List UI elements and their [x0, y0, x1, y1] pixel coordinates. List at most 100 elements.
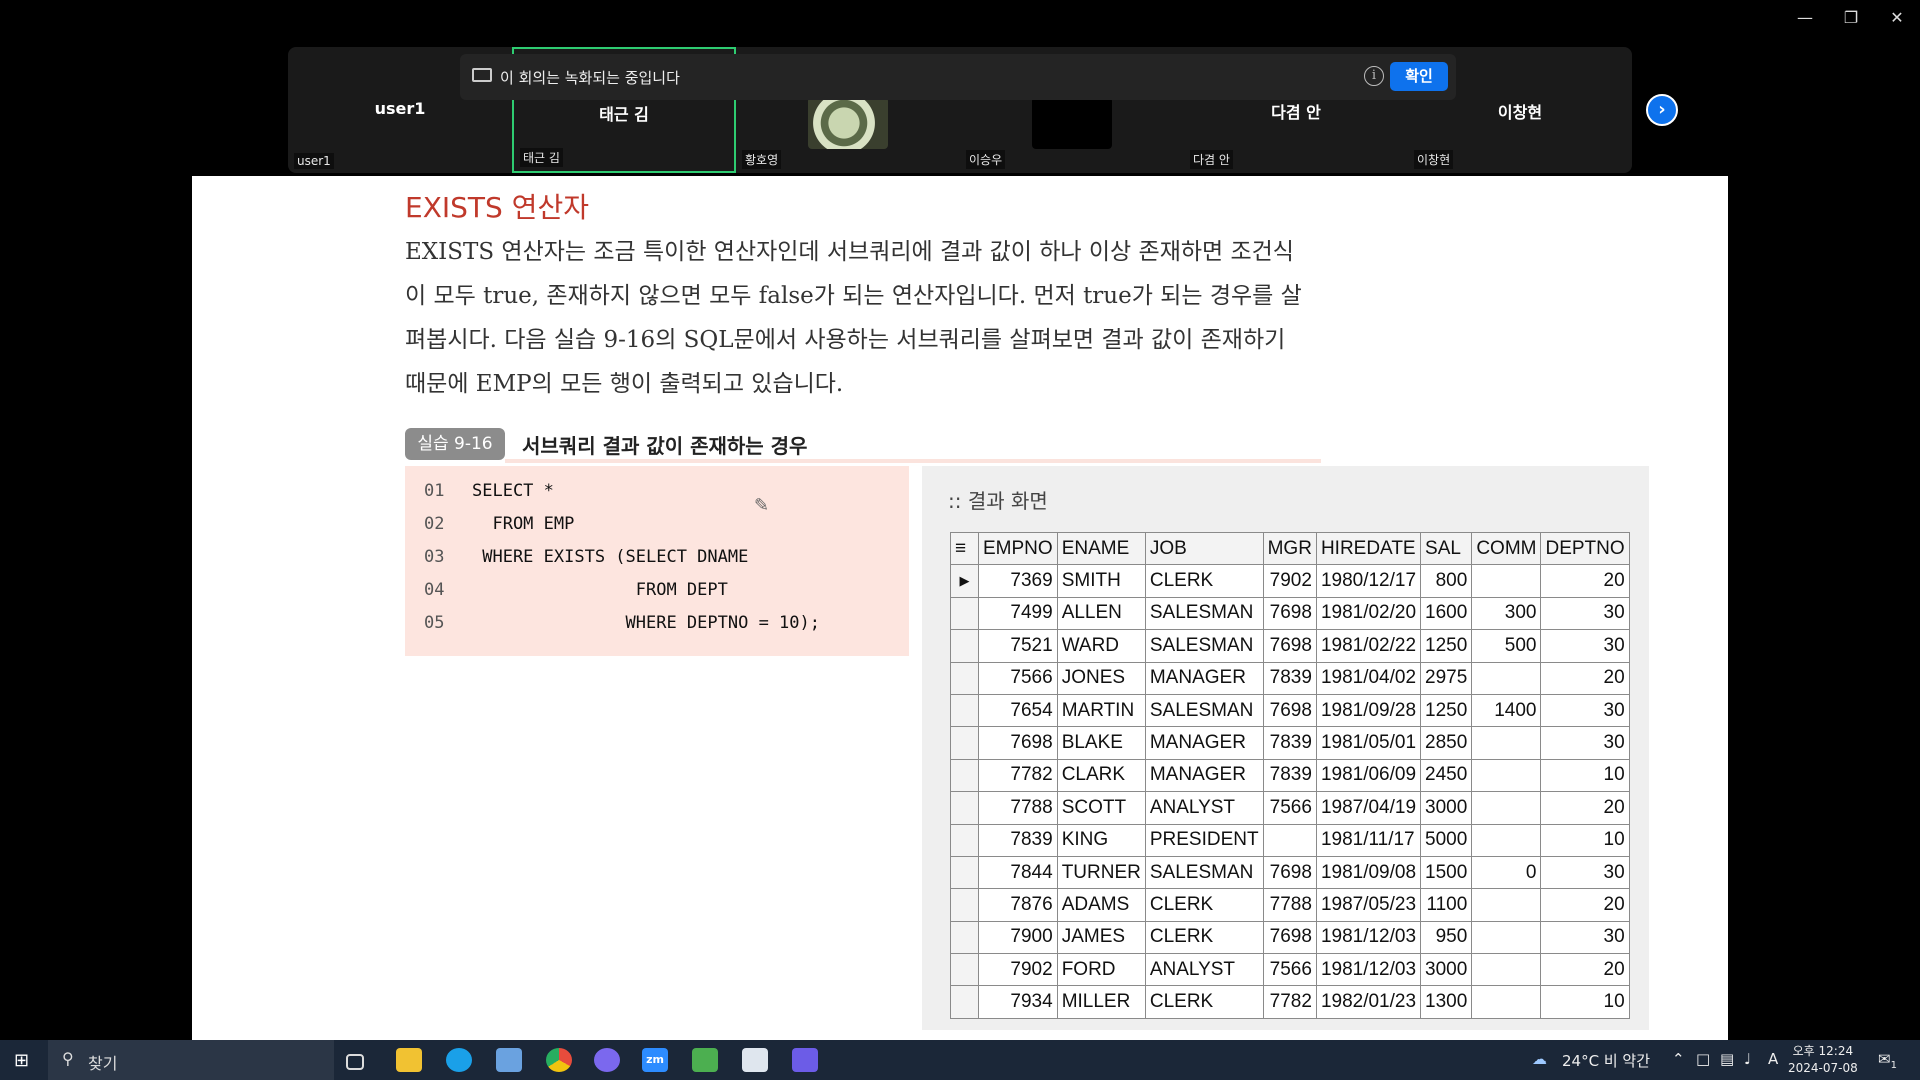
table-cell — [1471, 564, 1542, 598]
table-cell: 3000 — [1420, 953, 1473, 987]
row-selector[interactable] — [950, 953, 979, 987]
column-header: HIREDATE — [1315, 531, 1422, 566]
paragraph-line: 펴봅시다. 다음 실습 9-16의 SQL문에서 사용하는 서브쿼리를 살펴보면… — [405, 327, 1286, 353]
column-header: COMM — [1471, 531, 1542, 566]
display-icon[interactable]: ▤ — [1720, 1050, 1734, 1068]
search-box[interactable]: ⚲ 찾기 — [48, 1040, 334, 1080]
table-cell: 7839 — [1262, 758, 1317, 793]
table-cell — [1471, 791, 1542, 825]
table-cell: 1981/09/08 — [1315, 855, 1422, 890]
participant-label: user1 — [294, 153, 334, 169]
row-selector[interactable] — [950, 726, 979, 760]
table-cell: 1600 — [1420, 596, 1473, 631]
row-selector[interactable] — [950, 920, 979, 955]
code-line: 05 WHERE DEPTNO = 10); — [424, 613, 820, 633]
table-cell: BLAKE — [1056, 726, 1146, 760]
table-cell: 7698 — [1262, 693, 1317, 728]
table-cell: 7698 — [1262, 855, 1317, 890]
current-row-indicator-icon[interactable]: ▶ — [950, 564, 979, 598]
practice-title: 서브쿼리 결과 값이 존재하는 경우 — [522, 434, 808, 458]
zoom-icon[interactable]: zm — [642, 1048, 668, 1072]
row-selector[interactable] — [950, 596, 979, 631]
table-row[interactable]: 7900 JAMES CLERK 7698 1981/12/03 950 30 — [950, 920, 1630, 955]
table-cell: 1981/12/03 — [1315, 953, 1422, 987]
row-selector[interactable] — [950, 629, 979, 663]
windows-start-icon[interactable]: ⊞ — [14, 1050, 29, 1071]
table-row[interactable]: 7698 BLAKE MANAGER 7839 1981/05/01 2850 30 — [950, 726, 1630, 760]
table-cell: 30 — [1540, 855, 1630, 890]
table-row[interactable]: 7521 WARD SALESMAN 7698 1981/02/22 1250 500 30 — [950, 629, 1630, 663]
table-cell: 7698 — [978, 726, 1058, 760]
table-row[interactable]: ▶ 7369 SMITH CLERK 7902 1980/12/17 800 20 — [950, 564, 1630, 598]
table-cell: 20 — [1540, 661, 1630, 695]
clock[interactable]: 오후 12:24 2024-07-08 — [1788, 1043, 1858, 1077]
column-header: JOB — [1144, 531, 1264, 566]
column-header: DEPTNO — [1540, 531, 1630, 566]
volume-icon[interactable]: ♩ — [1744, 1050, 1751, 1068]
table-cell: 1400 — [1471, 693, 1542, 728]
row-selector[interactable] — [950, 661, 979, 695]
table-row[interactable]: 7844 TURNER SALESMAN 7698 1981/09/08 1500 0 30 — [950, 855, 1630, 890]
result-table: ≡ EMPNO ENAME JOB MGR HIREDATE SAL COMM … — [950, 531, 1630, 1019]
participant-video — [1032, 97, 1112, 149]
section-title: EXISTS 연산자 — [405, 191, 589, 224]
row-selector[interactable] — [950, 985, 979, 1019]
participant-label: 다겸 안 — [1190, 150, 1233, 169]
chrome-icon[interactable] — [546, 1048, 572, 1072]
table-row[interactable]: 7788 SCOTT ANALYST 7566 1987/04/19 3000 20 — [950, 791, 1630, 825]
table-row[interactable]: 7876 ADAMS CLERK 7788 1987/05/23 1100 20 — [950, 888, 1630, 922]
table-row[interactable]: 7499 ALLEN SALESMAN 7698 1981/02/20 1600 300 30 — [950, 596, 1630, 631]
restore-icon[interactable]: ❐ — [1836, 8, 1866, 27]
table-row[interactable]: 7839 KING PRESIDENT 1981/11/17 5000 10 — [950, 823, 1630, 857]
table-row[interactable]: 7654 MARTIN SALESMAN 7698 1981/09/28 1250 1400… — [950, 693, 1630, 728]
table-cell: 1300 — [1420, 985, 1473, 1019]
ime-indicator[interactable]: A — [1768, 1050, 1778, 1068]
row-selector[interactable] — [950, 888, 979, 922]
row-selector[interactable] — [950, 791, 979, 825]
row-selector[interactable] — [950, 758, 979, 793]
table-row[interactable]: 7902 FORD ANALYST 7566 1981/12/03 3000 20 — [950, 953, 1630, 987]
search-icon: ⚲ — [62, 1049, 74, 1068]
confirm-button[interactable]: 확인 — [1390, 62, 1448, 91]
row-selector[interactable] — [950, 693, 979, 728]
store-icon[interactable] — [496, 1048, 522, 1072]
discord-icon[interactable] — [594, 1048, 620, 1072]
table-cell — [1471, 920, 1542, 955]
table-cell: 0 — [1471, 855, 1542, 890]
notification-icon[interactable]: ✉1 — [1878, 1050, 1897, 1071]
table-cell: ALLEN — [1056, 596, 1146, 631]
recording-text: 이 회의는 녹화되는 중입니다 — [500, 69, 680, 87]
table-cell: 10 — [1540, 758, 1630, 793]
table-cell: 1981/04/02 — [1315, 661, 1422, 695]
table-row[interactable]: 7566 JONES MANAGER 7839 1981/04/02 2975 20 — [950, 661, 1630, 695]
minimize-icon[interactable]: — — [1790, 8, 1820, 27]
edge-icon[interactable] — [446, 1048, 472, 1072]
app-icon[interactable] — [792, 1048, 818, 1072]
chevron-right-icon[interactable]: › — [1646, 94, 1678, 126]
table-cell: 2850 — [1420, 726, 1473, 760]
table-cell: ADAMS — [1056, 888, 1146, 922]
file-explorer-icon[interactable] — [396, 1048, 422, 1072]
table-cell — [1471, 953, 1542, 987]
participant-label: 이승우 — [966, 150, 1006, 169]
table-cell: SALESMAN — [1144, 693, 1264, 728]
table-cell: 1981/09/28 — [1315, 693, 1422, 728]
table-cell: PRESIDENT — [1144, 823, 1264, 857]
table-cell: 1100 — [1420, 888, 1473, 922]
weather-text[interactable]: 24°C 비 약간 — [1562, 1050, 1650, 1071]
notepad-icon[interactable] — [742, 1048, 768, 1072]
chevron-up-icon[interactable]: ⌃ — [1672, 1050, 1685, 1068]
table-row[interactable]: 7934 MILLER CLERK 7782 1982/01/23 1300 10 — [950, 985, 1630, 1019]
row-selector[interactable] — [950, 855, 979, 890]
clock-date: 2024-07-08 — [1788, 1061, 1858, 1075]
close-icon[interactable]: ✕ — [1882, 8, 1912, 27]
table-cell: 7876 — [978, 888, 1058, 922]
code-line: 03 WHERE EXISTS (SELECT DNAME — [424, 547, 749, 567]
table-row[interactable]: 7782 CLARK MANAGER 7839 1981/06/09 2450 10 — [950, 758, 1630, 793]
row-selector[interactable] — [950, 823, 979, 857]
network-icon[interactable]: □ — [1696, 1050, 1710, 1068]
table-cell: JAMES — [1056, 920, 1146, 955]
media-icon[interactable] — [692, 1048, 718, 1072]
info-icon[interactable]: i — [1364, 66, 1384, 86]
task-view-icon[interactable] — [346, 1054, 364, 1070]
